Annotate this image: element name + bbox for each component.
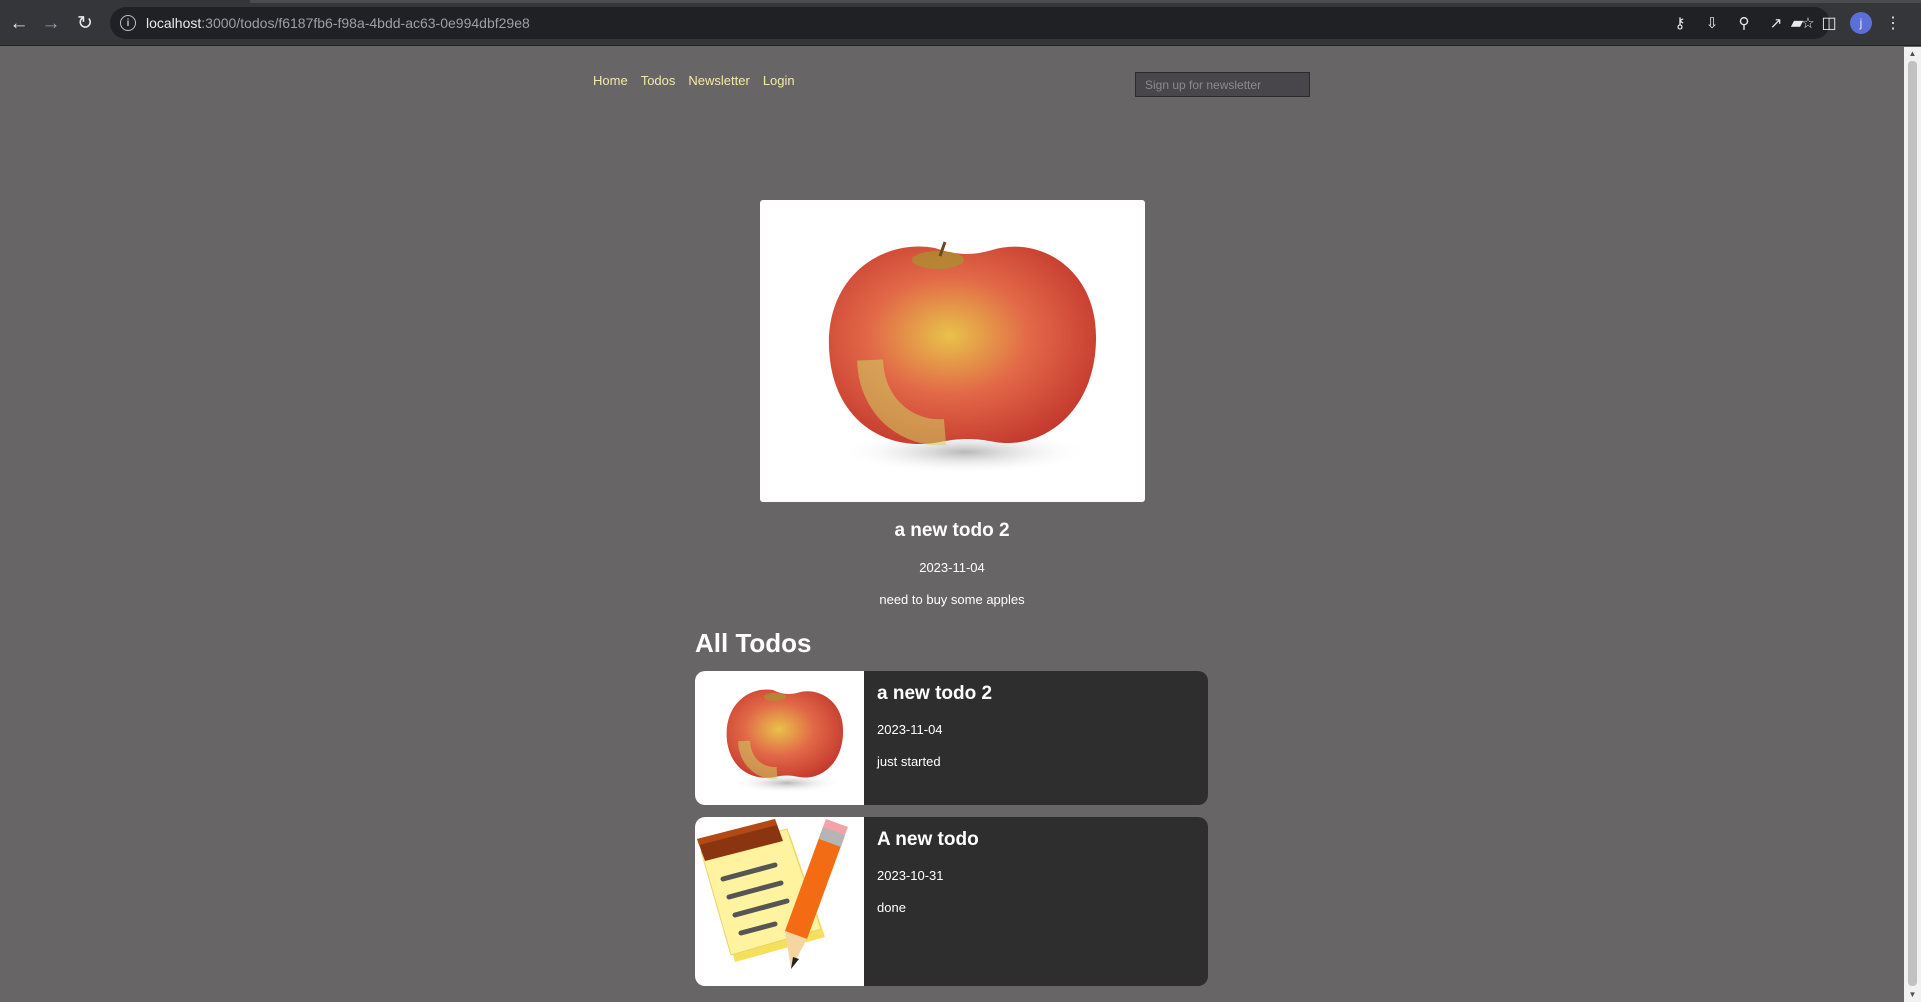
url-path: :3000/todos/f6187fb6-f98a-4bdd-ac63-0e99… xyxy=(201,15,530,31)
key-icon[interactable]: ⚷ xyxy=(1664,14,1696,32)
extensions-icon[interactable]: ▰ xyxy=(1781,13,1813,33)
site-nav: Home Todos Newsletter Login xyxy=(593,73,808,88)
notepad-pencil-icon xyxy=(697,819,848,969)
apple-icon xyxy=(828,241,1097,474)
apple-icon xyxy=(726,689,844,793)
reload-icon[interactable]: ↻ xyxy=(72,10,98,36)
site-info-icon[interactable]: i xyxy=(120,15,136,31)
profile-avatar[interactable]: j xyxy=(1850,12,1872,34)
todo-card-title: A new todo xyxy=(877,829,979,850)
nav-link-todos[interactable]: Todos xyxy=(641,73,676,88)
forward-icon[interactable]: → xyxy=(38,10,64,36)
todo-detail-image xyxy=(760,200,1145,502)
zoom-icon[interactable]: ⚲ xyxy=(1728,14,1760,32)
todo-card-image xyxy=(695,817,864,986)
todo-card[interactable]: a new todo 2 2023-11-04 just started xyxy=(695,671,1208,805)
todo-card-date: 2023-11-04 xyxy=(877,722,943,737)
todo-card-status: done xyxy=(877,900,906,915)
nav-link-newsletter[interactable]: Newsletter xyxy=(688,73,749,88)
scrollbar[interactable]: ▲ ▼ xyxy=(1904,47,1921,1002)
scroll-down-icon[interactable]: ▼ xyxy=(1904,988,1921,1002)
address-bar[interactable]: i localhost:3000/todos/f6187fb6-f98a-4bd… xyxy=(110,7,1830,39)
nav-link-login[interactable]: Login xyxy=(763,73,795,88)
nav-link-home[interactable]: Home xyxy=(593,73,628,88)
todo-card-title: a new todo 2 xyxy=(877,683,993,704)
browser-toolbar: ← → ↻ i localhost:3000/todos/f6187fb6-f9… xyxy=(0,0,1921,46)
todo-card-date: 2023-10-31 xyxy=(877,868,944,883)
back-icon[interactable]: ← xyxy=(6,10,32,36)
todo-card-status: just started xyxy=(877,754,941,769)
menu-icon[interactable]: ⋮ xyxy=(1877,13,1909,33)
scroll-up-icon[interactable]: ▲ xyxy=(1904,47,1921,61)
newsletter-signup-input[interactable] xyxy=(1135,72,1310,97)
all-todos-heading: All Todos xyxy=(695,628,812,658)
scroll-thumb[interactable] xyxy=(1908,61,1917,986)
todo-card[interactable]: A new todo 2023-10-31 done xyxy=(695,817,1208,986)
side-panel-icon[interactable]: ◫ xyxy=(1813,13,1845,33)
tab-strip xyxy=(250,0,1921,3)
todo-detail-date: 2023-11-04 xyxy=(919,560,985,575)
url-host: localhost xyxy=(146,15,202,31)
todo-detail-description: need to buy some apples xyxy=(879,592,1025,607)
install-icon[interactable]: ⇩ xyxy=(1696,14,1728,32)
todo-card-image xyxy=(695,671,864,805)
todo-detail-title: a new todo 2 xyxy=(894,520,1010,541)
